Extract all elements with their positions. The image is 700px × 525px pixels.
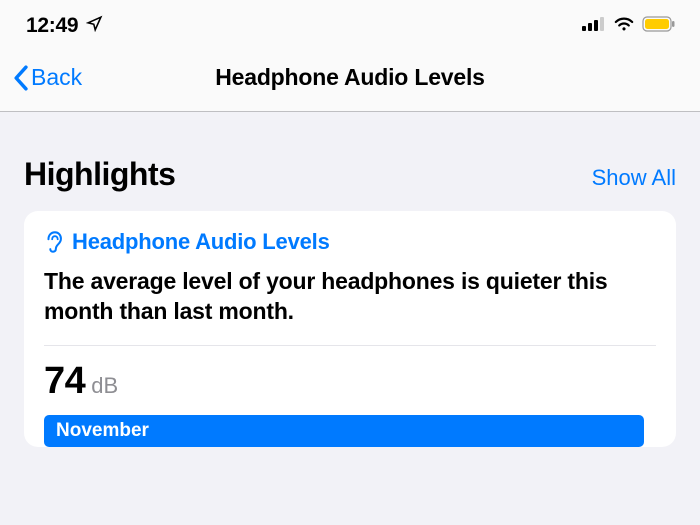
show-all-button[interactable]: Show All <box>592 165 676 191</box>
ear-icon <box>44 230 64 254</box>
wifi-icon <box>613 16 635 37</box>
cellular-icon <box>582 16 606 36</box>
status-time: 12:49 <box>26 14 78 38</box>
stat-value: 74 <box>44 360 85 403</box>
stat-row: 74 dB <box>44 346 656 413</box>
highlight-card[interactable]: Headphone Audio Levels The average level… <box>24 211 676 447</box>
bar-chart: November <box>44 415 656 447</box>
card-header: Headphone Audio Levels <box>44 229 656 255</box>
status-right <box>582 16 676 37</box>
section-header: Highlights Show All <box>24 156 676 193</box>
content: Highlights Show All Headphone Audio Leve… <box>0 112 700 447</box>
status-left: 12:49 <box>26 14 103 38</box>
card-description: The average level of your headphones is … <box>44 267 656 346</box>
back-button[interactable]: Back <box>12 64 82 91</box>
status-bar: 12:49 <box>0 0 700 48</box>
chevron-left-icon <box>12 65 29 91</box>
nav-bar: Back Headphone Audio Levels <box>0 48 700 112</box>
back-label: Back <box>31 64 82 91</box>
stat-unit: dB <box>91 373 118 399</box>
highlights-title: Highlights <box>24 156 175 193</box>
page-title: Headphone Audio Levels <box>215 64 485 91</box>
bar-november: November <box>44 415 644 447</box>
battery-icon <box>642 16 676 37</box>
card-header-title: Headphone Audio Levels <box>72 229 330 255</box>
location-icon <box>86 15 103 37</box>
